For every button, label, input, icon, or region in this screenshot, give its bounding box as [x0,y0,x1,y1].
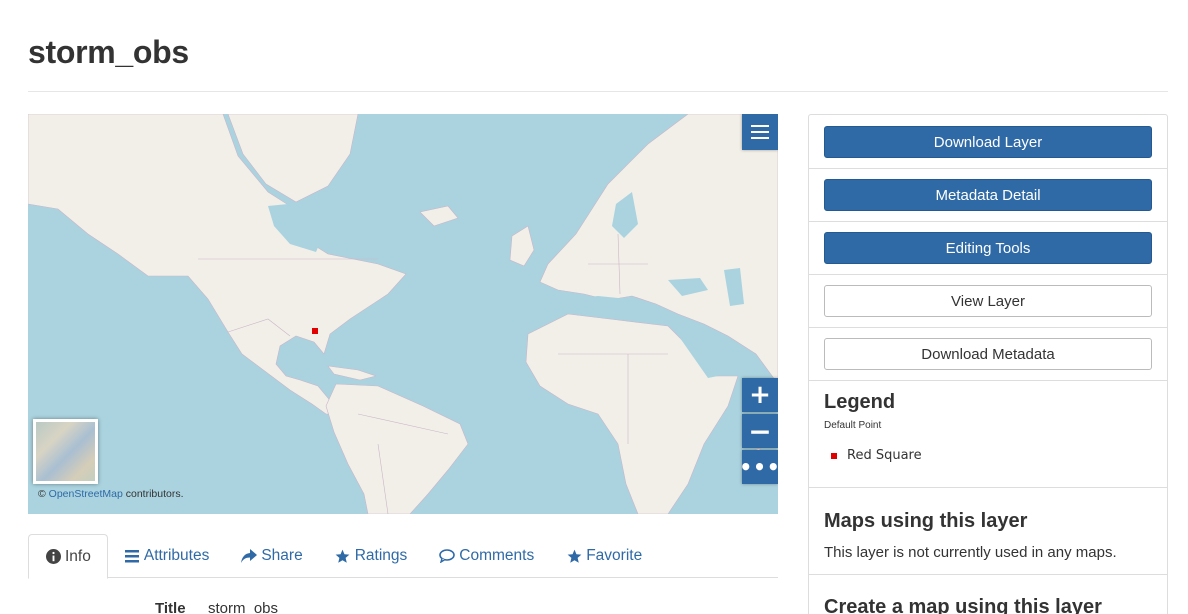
tab-label: Comments [459,547,535,564]
basemap[interactable] [28,114,778,514]
star-icon [335,548,351,564]
layer-sidebar: Download Layer Metadata Detail Editing T… [808,114,1168,614]
hamburger-icon [751,125,769,139]
feature-marker[interactable] [312,328,318,334]
share-icon [241,548,258,564]
maps-using-layer-title: Maps using this layer [824,510,1028,532]
tab-info[interactable]: Info [28,534,108,579]
download-metadata-button[interactable]: Download Metadata [824,338,1152,370]
info-icon [45,549,61,565]
osm-link[interactable]: OpenStreetMap [49,488,123,500]
more-controls-button[interactable]: ••• [739,450,778,484]
map-viewer[interactable]: + − ••• © OpenStreetMap contributors. [28,114,778,514]
page-title: storm_obs [28,34,189,70]
zoom-in-button[interactable]: + [742,378,778,412]
attribution-suffix: contributors. [125,488,184,500]
attribution-prefix: © [38,488,46,500]
star-icon [566,548,582,564]
editing-tools-button[interactable]: Editing Tools [824,232,1152,264]
tab-label: Favorite [586,547,643,564]
layer-switcher-button[interactable] [742,114,778,150]
basemap-thumbnail [36,422,95,481]
tab-favorite[interactable]: Favorite [550,534,658,578]
view-layer-button[interactable]: View Layer [824,285,1152,317]
tab-label: Info [65,547,91,565]
legend-title: Legend [824,391,896,413]
title-divider [28,91,1168,92]
create-map-title: Create a map using this layer [824,596,1102,614]
legend-item-label: Red Square [847,448,922,463]
tab-label: Attributes [143,547,210,564]
metadata-detail-button[interactable]: Metadata Detail [824,179,1152,211]
tab-label: Share [261,547,303,564]
tab-attributes[interactable]: Attributes [108,534,225,578]
info-title-value: storm_obs [208,600,279,614]
maps-using-layer-text: This layer is not currently used in any … [824,544,1117,561]
tab-ratings[interactable]: Ratings [319,534,424,578]
legend-swatch [831,453,837,459]
tab-label: Ratings [354,547,408,564]
comment-icon [439,548,456,564]
map-attribution: © OpenStreetMap contributors. [38,488,184,500]
tab-share[interactable]: Share [225,534,318,578]
info-title-label: Title [155,600,186,614]
download-layer-button[interactable]: Download Layer [824,126,1152,158]
list-icon [124,548,140,564]
tab-comments[interactable]: Comments [423,534,550,578]
zoom-out-button[interactable]: − [742,414,778,448]
basemap-switcher[interactable] [33,419,98,484]
legend-style-name: Default Point [824,420,882,431]
detail-tabs: Info Attributes Share Ratings Comments F… [28,534,778,579]
